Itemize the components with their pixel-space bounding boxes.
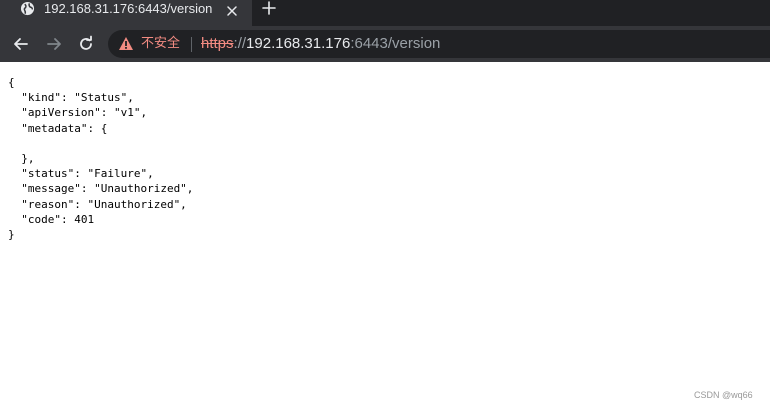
url-scheme: https xyxy=(201,35,234,52)
address-bar[interactable]: 不安全 https://192.168.31.176:6443/version xyxy=(108,30,770,58)
url-separator: :// xyxy=(233,35,247,52)
url-text[interactable]: https://192.168.31.176:6443/version xyxy=(201,35,440,53)
omnibox-divider xyxy=(191,37,192,52)
watermark: CSDN @wq66 xyxy=(694,390,753,400)
tab-strip: 192.168.31.176:6443/version xyxy=(0,0,770,26)
plus-icon[interactable] xyxy=(261,0,277,16)
json-line: { xyxy=(8,76,15,89)
arrow-left-icon[interactable] xyxy=(12,35,30,53)
page-content: { "kind": "Status", "apiVersion": "v1", … xyxy=(0,62,770,410)
json-line: "reason": "Unauthorized", xyxy=(8,197,187,211)
json-line: "code": 401 xyxy=(8,212,95,226)
json-line: "apiVersion": "v1", xyxy=(8,106,148,120)
reload-icon[interactable] xyxy=(77,35,95,53)
json-line: } xyxy=(8,228,15,242)
warning-triangle-icon[interactable] xyxy=(118,36,134,51)
json-line: "kind": "Status", xyxy=(8,91,134,105)
json-response: { "kind": "Status", "apiVersion": "v1", … xyxy=(8,75,193,242)
security-label[interactable]: 不安全 xyxy=(141,36,180,52)
browser-toolbar: 不安全 https://192.168.31.176:6443/version xyxy=(0,26,770,62)
url-host: 192.168.31.176 xyxy=(246,35,351,52)
globe-icon xyxy=(20,1,35,16)
json-line: "metadata": { xyxy=(8,121,108,135)
browser-tab[interactable]: 192.168.31.176:6443/version xyxy=(0,0,252,26)
url-path: :6443/version xyxy=(350,35,441,52)
json-line: }, xyxy=(8,152,35,166)
arrow-right-icon[interactable] xyxy=(45,35,63,53)
json-line: "status": "Failure", xyxy=(8,167,154,181)
tab-title: 192.168.31.176:6443/version xyxy=(44,1,213,16)
close-icon[interactable] xyxy=(226,2,238,16)
json-line: "message": "Unauthorized", xyxy=(8,182,194,196)
